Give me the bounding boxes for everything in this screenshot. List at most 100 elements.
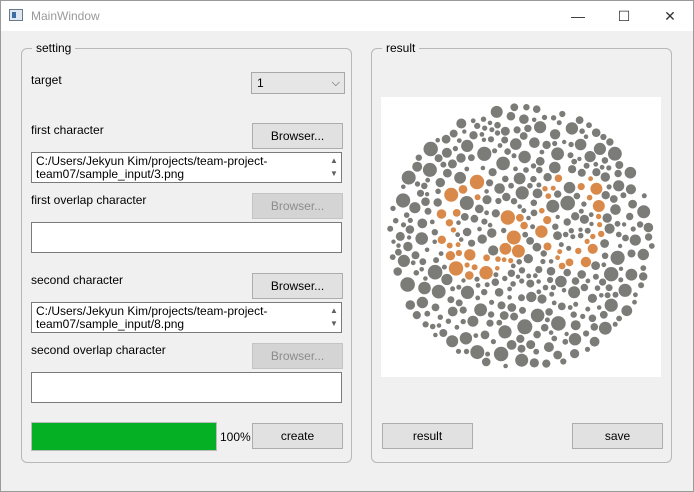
plate-dot bbox=[446, 242, 453, 249]
plate-dot bbox=[499, 311, 509, 320]
first-overlap-field[interactable] bbox=[31, 222, 342, 253]
first-character-browse-button[interactable]: Browser... bbox=[252, 123, 343, 149]
plate-dot bbox=[587, 293, 597, 303]
plate-dot bbox=[411, 251, 420, 260]
plate-dot bbox=[455, 232, 461, 238]
plate-dot bbox=[540, 250, 547, 257]
plate-dot bbox=[487, 222, 493, 228]
plate-dot bbox=[627, 249, 636, 258]
plate-dot bbox=[550, 284, 557, 291]
second-overlap-field[interactable] bbox=[31, 372, 342, 403]
second-overlap-browse-button[interactable]: Browser... bbox=[252, 343, 343, 369]
plate-dot bbox=[530, 199, 538, 207]
plate-dot bbox=[416, 189, 425, 197]
plate-dot bbox=[460, 213, 469, 221]
plate-dot bbox=[502, 275, 508, 282]
plate-dot bbox=[422, 321, 429, 328]
plate-dot bbox=[474, 303, 487, 317]
plate-dot bbox=[452, 145, 459, 152]
plate-dot bbox=[424, 207, 432, 215]
plate-dot bbox=[530, 308, 545, 323]
plate-dot bbox=[570, 311, 577, 318]
plate-dot bbox=[510, 281, 516, 287]
plate-dot bbox=[542, 186, 548, 192]
plate-dot bbox=[486, 319, 494, 327]
plate-dot bbox=[464, 166, 470, 172]
plate-dot bbox=[536, 166, 543, 174]
plate-dot bbox=[482, 125, 488, 131]
plate-dot bbox=[568, 141, 574, 148]
plate-dot bbox=[534, 121, 547, 134]
plate-dot bbox=[536, 182, 542, 188]
plate-dot bbox=[562, 139, 567, 145]
plate-dot bbox=[544, 317, 550, 323]
plate-dot bbox=[586, 122, 592, 129]
plate-dot bbox=[490, 105, 503, 118]
plate-dot bbox=[387, 225, 394, 232]
create-button[interactable]: create bbox=[252, 423, 343, 449]
plate-dot bbox=[557, 302, 566, 311]
progress-text: 100% bbox=[220, 430, 251, 444]
plate-dot bbox=[584, 238, 590, 244]
plate-dot bbox=[494, 130, 501, 136]
second-character-path-field[interactable]: C:/Users/Jekyun Kim/projects/team-projec… bbox=[31, 302, 342, 333]
plate-dot bbox=[562, 338, 569, 345]
window-title: MainWindow bbox=[31, 9, 100, 23]
result-button[interactable]: result bbox=[382, 423, 473, 449]
plate-dot bbox=[431, 284, 446, 299]
first-overlap-browse-button[interactable]: Browser... bbox=[252, 193, 343, 219]
plate-dot bbox=[567, 305, 573, 310]
plate-dot bbox=[597, 222, 603, 228]
plate-dot bbox=[456, 284, 462, 290]
plate-dot bbox=[579, 128, 585, 134]
plate-dot bbox=[497, 301, 506, 310]
plate-dot bbox=[484, 210, 489, 216]
first-overlap-label: first overlap character bbox=[31, 193, 147, 207]
plate-dot bbox=[601, 252, 609, 260]
plate-dot bbox=[622, 234, 629, 242]
plate-dot bbox=[549, 291, 555, 297]
plate-dot bbox=[493, 346, 509, 362]
close-button[interactable]: ✕ bbox=[647, 1, 693, 31]
plate-dot bbox=[600, 239, 609, 248]
second-character-browse-button[interactable]: Browser... bbox=[252, 273, 343, 299]
plate-dot bbox=[495, 266, 500, 271]
maximize-button[interactable]: ☐ bbox=[601, 1, 647, 31]
plate-dot bbox=[496, 319, 503, 326]
plate-dot bbox=[435, 188, 441, 195]
plate-dot bbox=[588, 176, 593, 182]
title-bar[interactable]: MainWindow — ☐ ✕ bbox=[1, 1, 693, 31]
target-select[interactable]: 1 ⌵ bbox=[251, 72, 345, 94]
plate-dot bbox=[530, 209, 538, 217]
plate-dot bbox=[455, 249, 462, 257]
save-button[interactable]: save bbox=[572, 423, 663, 449]
plate-dot bbox=[421, 197, 430, 206]
plate-dot bbox=[508, 258, 514, 264]
textarea-scroll-arrows[interactable]: ▲ ▼ bbox=[329, 154, 339, 182]
minimize-button[interactable]: — bbox=[555, 1, 601, 31]
first-character-path-field[interactable]: C:/Users/Jekyun Kim/projects/team-projec… bbox=[31, 152, 342, 183]
plate-dot bbox=[526, 340, 536, 350]
plate-dot bbox=[400, 277, 415, 292]
plate-dot bbox=[548, 330, 554, 335]
plate-dot bbox=[447, 306, 458, 317]
plate-dot bbox=[530, 224, 536, 230]
textarea-scroll-arrows[interactable]: ▲ ▼ bbox=[329, 304, 339, 332]
plate-dot bbox=[474, 122, 481, 129]
plate-dot bbox=[523, 254, 533, 264]
plate-dot bbox=[468, 239, 476, 247]
plate-dot bbox=[474, 276, 480, 282]
plate-dot bbox=[565, 122, 579, 135]
progress-bar bbox=[31, 422, 217, 451]
plate-dot bbox=[609, 195, 618, 203]
plate-dot bbox=[593, 161, 599, 167]
plate-dot bbox=[395, 231, 405, 241]
plate-dot bbox=[588, 212, 594, 218]
plate-dot bbox=[418, 281, 431, 295]
plate-dot bbox=[515, 353, 529, 367]
plate-dot bbox=[490, 339, 496, 345]
plate-dot bbox=[532, 105, 541, 113]
plate-dot bbox=[456, 153, 466, 163]
plate-dot bbox=[549, 161, 561, 174]
plate-dot bbox=[592, 168, 601, 177]
